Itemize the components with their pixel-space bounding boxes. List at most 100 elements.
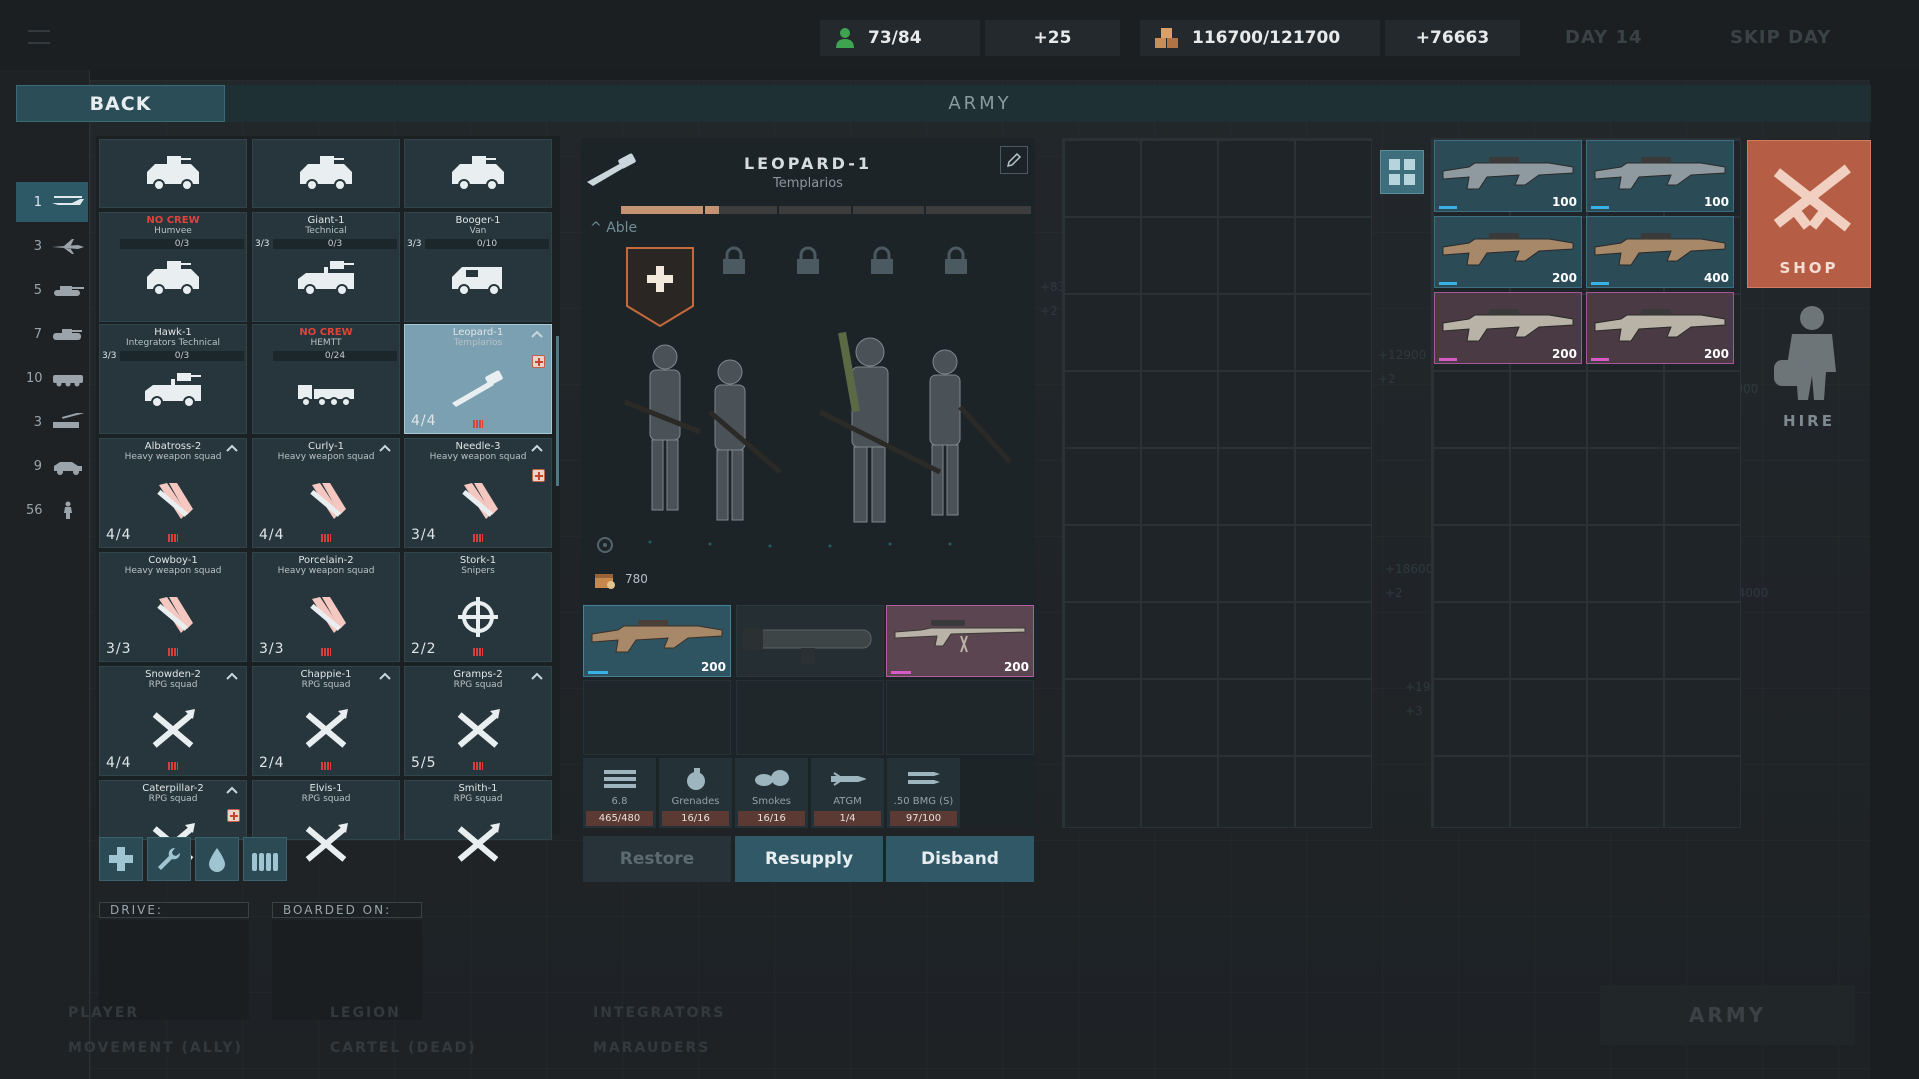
unit-card[interactable]: [252, 139, 400, 208]
unit-card-smith-1[interactable]: Smith-1RPG squad: [404, 780, 552, 840]
map-ghost-label: +12900: [1378, 348, 1426, 362]
category-tab-light-vehicle[interactable]: 9: [16, 446, 88, 486]
unit-card-hawk-1[interactable]: Hawk-1Integrators Technical0/33/3: [99, 324, 247, 434]
restore-button[interactable]: Restore: [583, 836, 731, 882]
light-vehicle-icon: [50, 457, 86, 475]
ammo-icon: [250, 845, 280, 873]
shop-item[interactable]: 200: [1434, 292, 1582, 364]
map-ghost-label: +18600: [1385, 562, 1433, 576]
heal-button[interactable]: [99, 837, 143, 881]
lock-icon: [794, 246, 822, 276]
category-tab-ifv[interactable]: 7: [16, 314, 88, 354]
shop-item[interactable]: 100: [1586, 140, 1734, 212]
category-tab-tank[interactable]: 5: [16, 270, 88, 310]
unit-card-curly-1[interactable]: Curly-1Heavy weapon squad4/4: [252, 438, 400, 548]
medic-ability-slot[interactable]: [625, 246, 681, 316]
unit-card-chappie-1[interactable]: Chappie-1RPG squad2/4: [252, 666, 400, 776]
back-button[interactable]: BACK: [16, 85, 225, 122]
grid-view-toggle[interactable]: [1380, 150, 1424, 194]
unit-type: Technical: [253, 226, 399, 237]
rifle-icon: [1439, 149, 1579, 199]
rpg-icon: [446, 707, 510, 755]
humvee-icon: [294, 148, 358, 196]
unit-card[interactable]: [404, 139, 552, 208]
shop-item[interactable]: 100: [1434, 140, 1582, 212]
inventory-grid[interactable]: [1062, 138, 1372, 828]
supplies-icon: [1154, 27, 1180, 49]
heavy-weapon-icon: [294, 593, 358, 641]
unit-card-porcelain-2[interactable]: Porcelain-2Heavy weapon squad3/3: [252, 552, 400, 662]
unit-card-no-crew[interactable]: NO CREWHEMTT0/24: [252, 324, 400, 434]
unit-card-caterpillar-2[interactable]: Caterpillar-2RPG squad: [99, 780, 247, 840]
category-tab-artillery[interactable]: 3: [16, 402, 88, 442]
unit-card-needle-3[interactable]: Needle-3Heavy weapon squad3/4: [404, 438, 552, 548]
squad-size: 2/2: [411, 641, 437, 657]
manpower-icon: [834, 27, 856, 49]
supply-carried: 780: [593, 568, 648, 590]
weapon-slot-primary[interactable]: 200: [583, 605, 731, 677]
ammo-indicator: [473, 420, 483, 428]
unit-list-scrollbar[interactable]: [556, 336, 559, 486]
heavy-weapon-icon: [294, 479, 358, 527]
durability-bar: [1439, 358, 1457, 361]
weapon-slot-special[interactable]: 200: [886, 605, 1034, 677]
apc-icon: [50, 369, 86, 387]
shop-button[interactable]: SHOP: [1747, 140, 1871, 288]
army-footer-button[interactable]: ARMY: [1600, 985, 1855, 1045]
unit-card-elvis-1[interactable]: Elvis-1RPG squad: [252, 780, 400, 840]
repair-button[interactable]: [147, 837, 191, 881]
unit-card-snowden-2[interactable]: Snowden-2RPG squad4/4: [99, 666, 247, 776]
day-counter: DAY 14: [1565, 27, 1643, 48]
weapon-slot-secondary[interactable]: [736, 605, 884, 677]
hire-button[interactable]: [1770, 300, 1850, 405]
item-value: 200: [1704, 347, 1729, 361]
empty-slot[interactable]: [583, 680, 731, 755]
skip-day-button[interactable]: SKIP DAY: [1730, 27, 1831, 48]
squad-size: 3/4: [411, 527, 437, 543]
ammo-grenades: Grenades 16/16: [659, 758, 733, 828]
page-title: ARMY: [900, 85, 1060, 122]
category-tab-fighter-jet[interactable]: 3: [16, 226, 88, 266]
unit-card-gramps-2[interactable]: Gramps-2RPG squad5/5: [404, 666, 552, 776]
chevron-up-icon: [379, 671, 391, 683]
locked-ability-slot: [942, 246, 998, 316]
unit-type: RPG squad: [405, 794, 551, 805]
ifv-icon: [50, 325, 86, 343]
shop-item[interactable]: 400: [1586, 216, 1734, 288]
unit-type: Van: [405, 226, 551, 237]
chevron-up-icon: [379, 443, 391, 455]
category-tab-helicopter[interactable]: 1: [16, 182, 88, 222]
unit-card-leopard-1[interactable]: Leopard-1Templarios4/4: [404, 324, 552, 434]
ammo-indicator: [321, 648, 331, 656]
rearm-button[interactable]: [243, 837, 287, 881]
map-ghost-label: +2: [1385, 586, 1403, 600]
refuel-button[interactable]: [195, 837, 239, 881]
squad-size: 5/5: [411, 755, 437, 771]
unit-card-cowboy-1[interactable]: Cowboy-1Heavy weapon squad3/3: [99, 552, 247, 662]
unit-card-giant-1[interactable]: Giant-1Technical0/33/3: [252, 212, 400, 322]
empty-slot[interactable]: [886, 680, 1034, 755]
menu-icon[interactable]: [28, 30, 50, 44]
unit-card-albatross-2[interactable]: Albatross-2Heavy weapon squad4/4: [99, 438, 247, 548]
disband-button[interactable]: Disband: [886, 836, 1034, 882]
van-icon: [446, 253, 510, 301]
rename-button[interactable]: [1000, 146, 1028, 174]
rifle-icon: [1591, 301, 1731, 351]
empty-slot[interactable]: [736, 680, 884, 755]
lock-icon: [720, 246, 748, 276]
artillery-icon: [50, 413, 86, 431]
hire-label: HIRE: [1747, 412, 1871, 430]
chevron-up-icon: [226, 443, 238, 455]
unit-card[interactable]: [99, 139, 247, 208]
unit-card-stork-1[interactable]: Stork-1Snipers2/2: [404, 552, 552, 662]
unit-card-booger-1[interactable]: Booger-1Van0/103/3: [404, 212, 552, 322]
shop-item[interactable]: 200: [1434, 216, 1582, 288]
shop-item[interactable]: 200: [1586, 292, 1734, 364]
ammo-indicator: [473, 648, 483, 656]
category-tab-infantry[interactable]: 56: [16, 490, 88, 530]
category-tab-apc[interactable]: 10: [16, 358, 88, 398]
squad-size: 4/4: [411, 413, 437, 429]
unit-card-no-crew[interactable]: NO CREWHumvee0/3: [99, 212, 247, 322]
resupply-button[interactable]: Resupply: [735, 836, 883, 882]
atgm-launcher-icon: [741, 612, 881, 672]
